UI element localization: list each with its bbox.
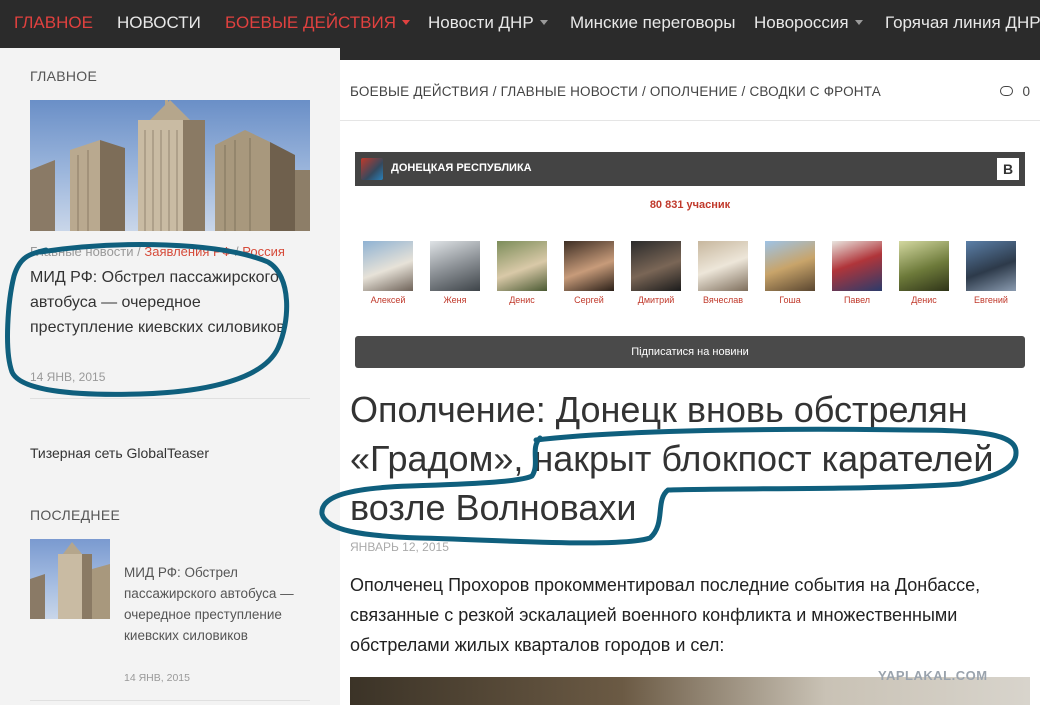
building-thumbnail-photo — [30, 542, 110, 619]
vk-group-name[interactable]: ДОНЕЦКАЯ РЕСПУБЛИКА — [391, 162, 532, 174]
member-name: Гоша — [779, 295, 801, 305]
comment-count: 0 — [1022, 84, 1030, 99]
avatar — [765, 241, 815, 291]
article-date: ЯНВАРЬ 12, 2015 — [350, 540, 449, 554]
avatar — [497, 241, 547, 291]
subscribe-button[interactable]: Підписатися на новини — [355, 336, 1025, 368]
hero-article-title[interactable]: МИД РФ: Обстрел пассажирского автобуса —… — [30, 265, 290, 340]
vk-member[interactable]: Гоша — [760, 241, 820, 305]
vk-member[interactable]: Женя — [425, 241, 485, 305]
nav-item-novorossia[interactable]: Новороссия — [754, 13, 863, 33]
avatar — [832, 241, 882, 291]
vk-members-count: 80 831 учасник — [649, 199, 731, 211]
article-body: Ополченец Прохоров прокомментировал посл… — [350, 575, 981, 655]
vk-member[interactable]: Денис — [492, 241, 552, 305]
category-separator: / — [133, 244, 145, 259]
avatar — [564, 241, 614, 291]
avatar — [363, 241, 413, 291]
vk-member[interactable]: Денис — [894, 241, 954, 305]
vk-member[interactable]: Павел — [827, 241, 887, 305]
member-name: Вячеслав — [702, 295, 743, 305]
vk-member[interactable]: Дмитрий — [626, 241, 686, 305]
category-link-russia[interactable]: Россия — [242, 244, 285, 259]
avatar — [631, 241, 681, 291]
article-title: Ополчение: Донецк вновь обстрелян «Градо… — [350, 389, 994, 528]
member-name: Дмитрий — [637, 295, 675, 305]
teaser-network-link[interactable]: Тизерная сеть GlobalTeaser — [30, 445, 209, 461]
member-name: Евгений — [974, 295, 1008, 305]
comment-counter[interactable]: 0 — [1000, 84, 1030, 99]
hero-image[interactable] — [30, 100, 310, 231]
vk-member[interactable]: Алексей — [358, 241, 418, 305]
group-logo-icon — [361, 158, 383, 180]
breadcrumb[interactable]: БОЕВЫЕ ДЕЙСТВИЯ / ГЛАВНЫЕ НОВОСТИ / ОПОЛ… — [350, 84, 881, 99]
nav-item-minsk[interactable]: Минские переговоры — [570, 13, 735, 33]
vk-member[interactable]: Сергей — [559, 241, 619, 305]
chevron-down-icon — [854, 20, 863, 25]
member-name: Женя — [443, 295, 467, 305]
nav-item-hotline[interactable]: Горячая линия ДНР — [885, 13, 1040, 33]
vk-member[interactable]: Вячеслав — [693, 241, 753, 305]
latest-article-thumbnail[interactable] — [30, 539, 110, 619]
nav-item-novorossia-label: Новороссия — [754, 13, 849, 32]
building-photo — [30, 100, 310, 231]
avatar — [430, 241, 480, 291]
hero-article-date: 14 ЯНВ, 2015 — [30, 370, 106, 384]
member-name: Денис — [509, 295, 535, 305]
nav-item-news[interactable]: НОВОСТИ — [117, 13, 201, 33]
hero-categories: Главные новости / Заявления РФ / Россия — [30, 244, 285, 259]
member-name: Павел — [843, 295, 871, 305]
section-title-main: ГЛАВНОЕ — [30, 68, 98, 84]
member-name: Сергей — [574, 295, 604, 305]
divider — [30, 700, 310, 701]
avatar — [899, 241, 949, 291]
sidebar: ГЛАВНОЕ Главные новости / Заявления РФ /… — [0, 60, 340, 705]
vk-member[interactable]: Евгений — [961, 241, 1021, 305]
latest-article-title[interactable]: МИД РФ: Обстрел пассажирского автобуса —… — [124, 562, 304, 646]
latest-article-date: 14 ЯНВ, 2015 — [124, 672, 190, 684]
avatar — [966, 241, 1016, 291]
nav-item-dnr-news-label: Новости ДНР — [428, 13, 534, 32]
divider — [30, 398, 310, 399]
comment-icon — [1000, 86, 1014, 96]
section-title-latest: ПОСЛЕДНЕЕ — [30, 507, 121, 523]
member-name: Денис — [911, 295, 937, 305]
vk-logo-icon[interactable]: В — [997, 158, 1019, 180]
watermark: YAPLAKAL.COM — [878, 668, 988, 683]
category-link-main-news[interactable]: Главные новости — [30, 244, 134, 259]
top-navigation: ГЛАВНОЕ НОВОСТИ БОЕВЫЕ ДЕЙСТВИЯ Новости … — [0, 0, 1040, 60]
nav-item-combat[interactable]: БОЕВЫЕ ДЕЙСТВИЯ — [225, 13, 410, 33]
chevron-down-icon — [539, 20, 548, 25]
category-link-rf-statements[interactable]: Заявления РФ — [144, 244, 231, 259]
category-separator: / — [231, 244, 243, 259]
main-content: БОЕВЫЕ ДЕЙСТВИЯ / ГЛАВНЫЕ НОВОСТИ / ОПОЛ… — [340, 60, 1040, 705]
divider — [340, 120, 1040, 121]
nav-strip-mask — [0, 48, 340, 60]
nav-item-main[interactable]: ГЛАВНОЕ — [14, 13, 93, 33]
nav-item-combat-label: БОЕВЫЕ ДЕЙСТВИЯ — [225, 13, 396, 32]
vk-widget-header[interactable]: ДОНЕЦКАЯ РЕСПУБЛИКА В — [355, 152, 1025, 186]
member-name: Алексей — [370, 295, 406, 305]
nav-item-dnr-news[interactable]: Новости ДНР — [428, 13, 548, 33]
avatar — [698, 241, 748, 291]
chevron-down-icon — [401, 20, 410, 25]
